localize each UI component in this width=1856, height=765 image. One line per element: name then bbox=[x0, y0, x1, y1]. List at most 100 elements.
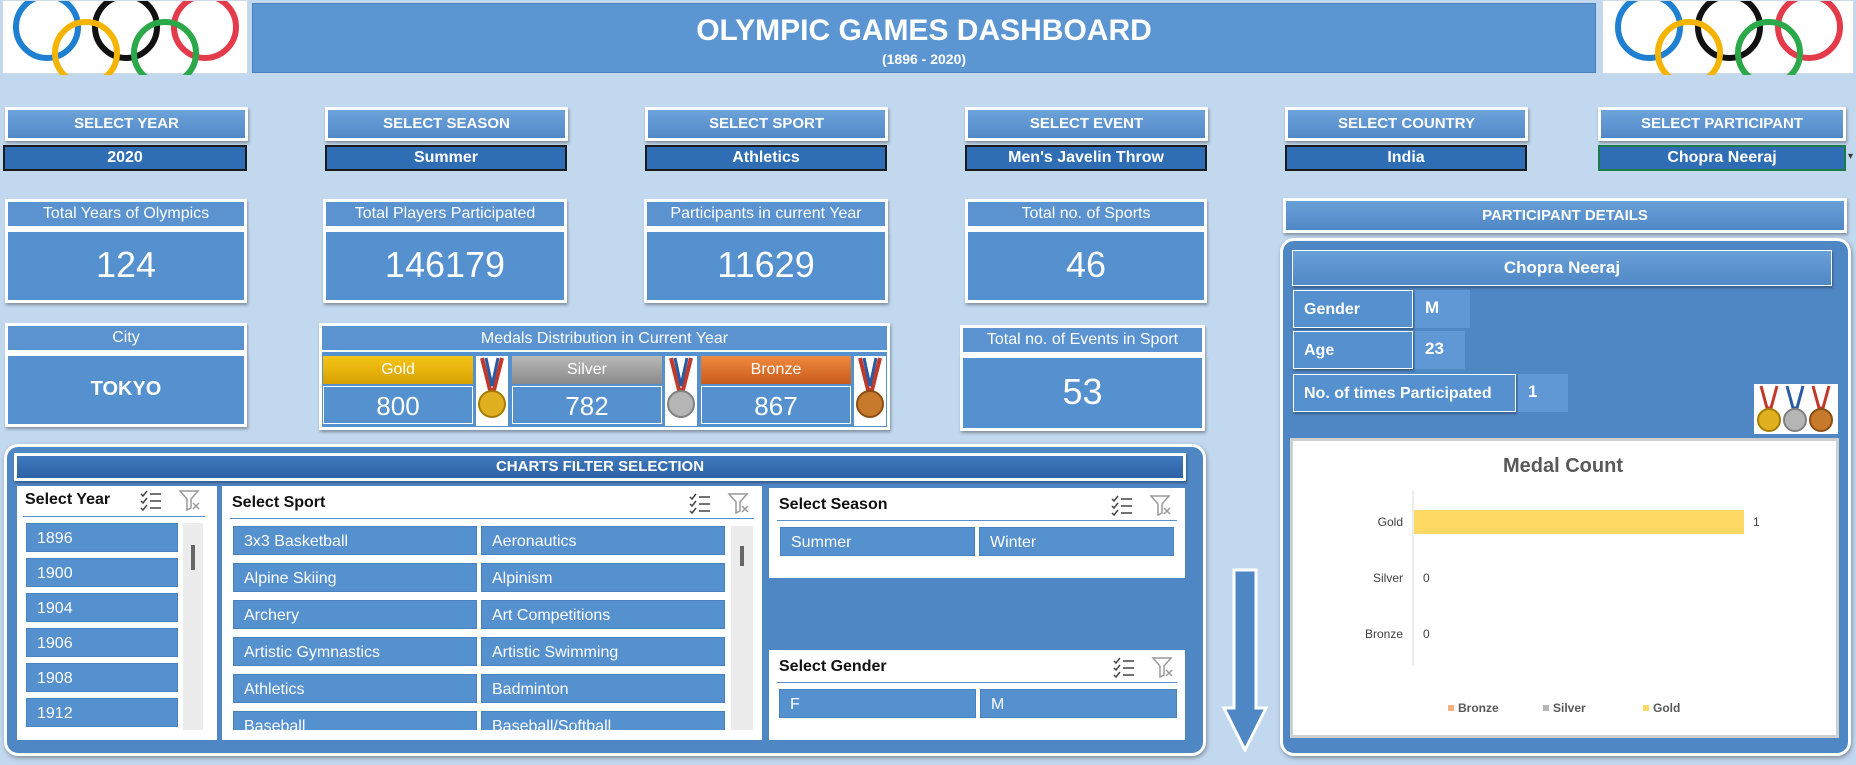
legend-swatch-bronze bbox=[1448, 705, 1454, 711]
times-participated-value: 1 bbox=[1518, 374, 1568, 412]
times-participated-label: No. of times Participated bbox=[1293, 374, 1516, 412]
season-item-summer[interactable]: Summer bbox=[780, 527, 975, 556]
medal-count-chart-svg: Medal Count Gold 1 Silver 0 Bronze 0 Bronze Si… bbox=[1365, 455, 1760, 715]
medals-distribution-title: Medals Distribution in Current Year bbox=[322, 326, 887, 352]
multi-select-icon[interactable] bbox=[139, 489, 163, 511]
year-item[interactable]: 1896 bbox=[26, 523, 178, 552]
select-season-label: SELECT SEASON bbox=[325, 107, 568, 141]
down-arrow-icon[interactable] bbox=[1222, 568, 1268, 752]
sport-item[interactable]: Aeronautics bbox=[481, 526, 725, 555]
bronze-medal-icon bbox=[854, 356, 886, 426]
kpi-sports-value: 46 bbox=[965, 229, 1207, 303]
sport-item[interactable]: Artistic Gymnastics bbox=[233, 637, 477, 666]
select-sport-label: SELECT SPORT bbox=[645, 107, 888, 141]
bronze-count: 867 bbox=[701, 386, 851, 424]
sport-item[interactable]: 3x3 Basketball bbox=[233, 526, 477, 555]
age-value: 23 bbox=[1415, 331, 1465, 369]
dashboard-title: OLYMPIC GAMES DASHBOARD bbox=[696, 14, 1152, 47]
legend-label-bronze: Bronze bbox=[1458, 701, 1499, 715]
participant-name: Chopra Neeraj bbox=[1292, 250, 1832, 286]
sport-item[interactable]: Baseball/Softball bbox=[481, 711, 725, 730]
kpi-city-label: City bbox=[5, 323, 247, 353]
sport-slicer-title: Select Sport bbox=[232, 494, 326, 511]
kpi-city-value: TOKYO bbox=[5, 353, 247, 427]
gender-value: M bbox=[1415, 290, 1470, 328]
silver-label: Silver bbox=[512, 356, 662, 384]
multi-select-icon[interactable] bbox=[1110, 494, 1134, 516]
season-item-winter[interactable]: Winter bbox=[979, 527, 1174, 556]
sport-item[interactable]: Alpinism bbox=[481, 563, 725, 592]
silver-count: 782 bbox=[512, 386, 662, 424]
category-label-silver: Silver bbox=[1373, 571, 1403, 585]
divider bbox=[23, 516, 205, 517]
year-scrollbar-thumb[interactable] bbox=[191, 545, 195, 570]
medal-count-chart: Medal Count Gold 1 Silver 0 Bronze 0 Bronze Si… bbox=[1290, 438, 1839, 738]
select-year-label: SELECT YEAR bbox=[5, 107, 248, 141]
data-label-bronze: 0 bbox=[1423, 627, 1430, 641]
data-label-gold: 1 bbox=[1753, 515, 1760, 529]
season-slicer-title: Select Season bbox=[779, 496, 888, 513]
olympic-rings-icon bbox=[2, 0, 248, 87]
select-year-value[interactable]: 2020 bbox=[3, 145, 247, 171]
bar-gold bbox=[1414, 510, 1744, 534]
multi-select-icon[interactable] bbox=[688, 492, 712, 514]
sport-scrollbar-thumb[interactable] bbox=[740, 546, 744, 566]
kpi-players-label: Total Players Participated bbox=[323, 199, 567, 229]
divider bbox=[230, 518, 754, 519]
dashboard-subtitle: (1896 - 2020) bbox=[881, 51, 967, 67]
sport-item[interactable]: Baseball bbox=[233, 711, 477, 730]
legend-swatch-gold bbox=[1643, 705, 1649, 711]
select-sport-value[interactable]: Athletics bbox=[645, 145, 887, 171]
category-label-gold: Gold bbox=[1378, 515, 1403, 529]
select-country-value[interactable]: India bbox=[1285, 145, 1527, 171]
gender-item-f[interactable]: F bbox=[779, 689, 976, 718]
clear-filter-icon[interactable] bbox=[1151, 656, 1175, 678]
medals-icon bbox=[1754, 384, 1838, 434]
year-item[interactable]: 1912 bbox=[26, 698, 178, 727]
category-label-bronze: Bronze bbox=[1365, 627, 1403, 641]
select-participant-label: SELECT PARTICIPANT bbox=[1598, 107, 1846, 141]
dashboard-canvas: OLYMPIC GAMES DASHBOARD (1896 - 2020) SE… bbox=[0, 0, 1856, 765]
select-participant-value[interactable]: Chopra Neeraj bbox=[1598, 145, 1846, 171]
clear-filter-icon[interactable] bbox=[1149, 494, 1173, 516]
gold-label: Gold bbox=[323, 356, 473, 384]
kpi-events-value: 53 bbox=[960, 355, 1205, 431]
year-slicer-title: Select Year bbox=[25, 491, 111, 508]
kpi-participants-value: 11629 bbox=[644, 229, 888, 303]
sport-item[interactable]: Art Competitions bbox=[481, 600, 725, 629]
gold-count: 800 bbox=[323, 386, 473, 424]
multi-select-icon[interactable] bbox=[1112, 656, 1136, 678]
clear-filter-icon[interactable] bbox=[727, 492, 751, 514]
chart-title: Medal Count bbox=[1503, 455, 1623, 477]
year-item[interactable]: 1906 bbox=[26, 628, 178, 657]
sport-item[interactable]: Badminton bbox=[481, 674, 725, 703]
gender-label: Gender bbox=[1293, 290, 1413, 328]
olympic-rings-icon bbox=[1602, 0, 1854, 87]
kpi-events-label: Total no. of Events in Sport bbox=[960, 325, 1205, 355]
year-item[interactable]: 1908 bbox=[26, 663, 178, 692]
dashboard-header: OLYMPIC GAMES DASHBOARD (1896 - 2020) bbox=[252, 3, 1596, 73]
select-event-value[interactable]: Men's Javelin Throw bbox=[965, 145, 1207, 171]
dropdown-icon[interactable]: ▾ bbox=[1848, 151, 1853, 162]
gender-item-m[interactable]: M bbox=[980, 689, 1177, 718]
age-label: Age bbox=[1293, 331, 1413, 369]
sport-item[interactable]: Alpine Skiing bbox=[233, 563, 477, 592]
year-item[interactable]: 1904 bbox=[26, 593, 178, 622]
kpi-years-value: 124 bbox=[5, 229, 247, 303]
charts-filter-title: CHARTS FILTER SELECTION bbox=[14, 453, 1186, 481]
legend-label-silver: Silver bbox=[1553, 701, 1586, 715]
legend-swatch-silver bbox=[1543, 705, 1549, 711]
kpi-participants-label: Participants in current Year bbox=[644, 199, 888, 229]
clear-filter-icon[interactable] bbox=[178, 489, 202, 511]
year-item[interactable]: 1900 bbox=[26, 558, 178, 587]
gender-slicer-title: Select Gender bbox=[779, 658, 887, 675]
sport-item[interactable]: Archery bbox=[233, 600, 477, 629]
legend-label-gold: Gold bbox=[1653, 701, 1680, 715]
data-label-silver: 0 bbox=[1423, 571, 1430, 585]
sport-item[interactable]: Artistic Swimming bbox=[481, 637, 725, 666]
kpi-years-label: Total Years of Olympics bbox=[5, 199, 247, 229]
select-season-value[interactable]: Summer bbox=[325, 145, 567, 171]
sport-item[interactable]: Athletics bbox=[233, 674, 477, 703]
gold-medal-icon bbox=[476, 356, 508, 426]
silver-medal-icon bbox=[665, 356, 697, 426]
